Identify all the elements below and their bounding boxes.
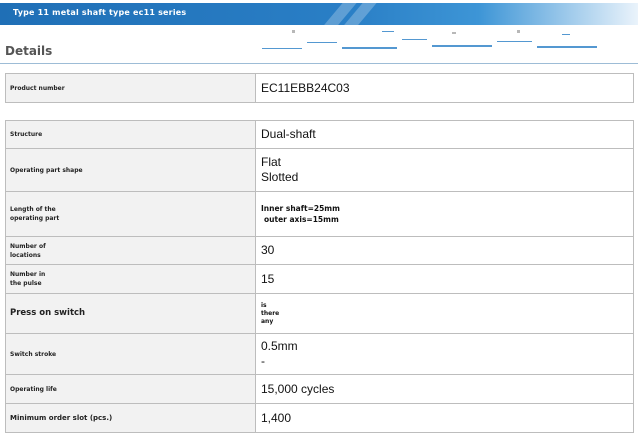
value-line: Slotted xyxy=(261,170,299,184)
spec-label-switch-stroke: Switch stroke xyxy=(5,333,256,375)
table-row: Length of the operating part Inner shaft… xyxy=(5,191,634,237)
value-line: outer axis=15mm xyxy=(264,215,339,224)
table-row: Number in the pulse 15 xyxy=(5,264,634,294)
label-line: Number in xyxy=(10,271,46,278)
product-number-table: Product number EC11EBB24C03 xyxy=(5,73,634,103)
spec-label-operating-life: Operating life xyxy=(5,374,256,404)
value-line: 0.5mm xyxy=(261,339,298,353)
label-line: operating part xyxy=(10,215,60,222)
spec-label-operating-part-shape: Operating part shape xyxy=(5,148,256,192)
table-row: Number of locations 30 xyxy=(5,236,634,265)
value-line: - xyxy=(261,354,265,368)
spec-label-min-order: Minimum order slot (pcs.) xyxy=(5,403,256,433)
series-banner: Type 11 metal shaft type ec11 series xyxy=(0,3,638,25)
banner-title: Type 11 metal shaft type ec11 series xyxy=(13,8,187,17)
section-title: Details xyxy=(5,44,53,58)
spec-value-locations: 30 xyxy=(255,236,634,265)
spec-table: Structure Dual-shaft Operating part shap… xyxy=(5,120,634,433)
value-line: Flat xyxy=(261,155,282,169)
spec-label-structure: Structure xyxy=(5,120,256,149)
table-row: Product number EC11EBB24C03 xyxy=(5,73,634,103)
value-line: Inner shaft=25mm xyxy=(261,204,340,213)
spec-value-pulse: 15 xyxy=(255,264,634,294)
spec-value-min-order: 1,400 xyxy=(255,403,634,433)
decorative-noise-graphic xyxy=(262,30,597,49)
spec-value-press-switch: is there any xyxy=(255,293,634,334)
spec-label-locations: Number of locations xyxy=(5,236,256,265)
spec-value-length: Inner shaft=25mm outer axis=15mm xyxy=(255,191,634,237)
table-row: Operating life 15,000 cycles xyxy=(5,374,634,404)
spec-value-product-number: EC11EBB24C03 xyxy=(255,73,634,103)
spec-label-length: Length of the operating part xyxy=(5,191,256,237)
label-line: locations xyxy=(10,251,41,259)
table-row: Switch stroke 0.5mm - xyxy=(5,333,634,375)
spec-value-operating-life: 15,000 cycles xyxy=(255,374,634,404)
table-row: Structure Dual-shaft xyxy=(5,120,634,149)
section-divider xyxy=(0,63,638,64)
value-line: there xyxy=(261,309,280,317)
spec-value-structure: Dual-shaft xyxy=(255,120,634,149)
table-row: Minimum order slot (pcs.) 1,400 xyxy=(5,403,634,433)
spec-label-press-switch: Press on switch xyxy=(5,293,256,334)
value-line: is xyxy=(261,301,267,309)
value-line: any xyxy=(261,317,274,325)
label-line: Number of xyxy=(10,242,46,250)
spec-label-product-number: Product number xyxy=(5,73,256,103)
spec-label-pulse: Number in the pulse xyxy=(5,264,256,294)
table-row: Operating part shape Flat Slotted xyxy=(5,148,634,192)
spec-value-switch-stroke: 0.5mm - xyxy=(255,333,634,375)
label-line: the pulse xyxy=(10,280,42,287)
table-row: Press on switch is there any xyxy=(5,293,634,334)
label-line: Length of the xyxy=(10,206,56,213)
spec-value-operating-part-shape: Flat Slotted xyxy=(255,148,634,192)
